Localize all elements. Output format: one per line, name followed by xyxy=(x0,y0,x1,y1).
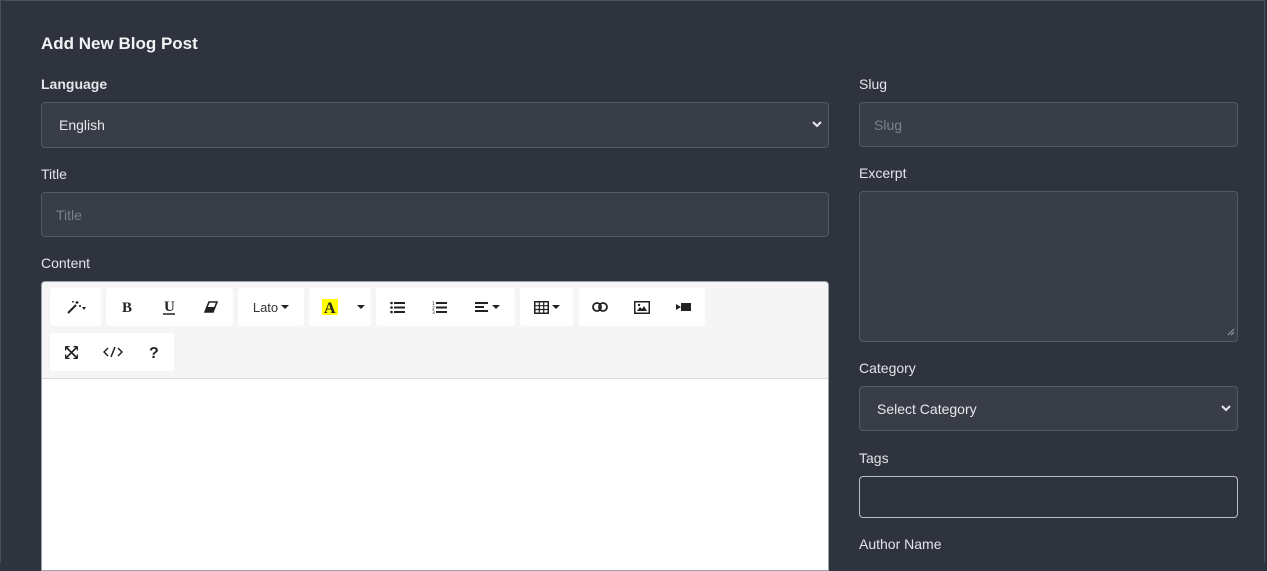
caret-down-icon xyxy=(281,305,290,309)
category-value: Select Category xyxy=(877,400,977,417)
toolbar-group-para: 123 xyxy=(376,288,515,326)
font-name-dropdown[interactable]: Lato xyxy=(238,288,304,326)
unordered-list-button[interactable] xyxy=(376,288,418,326)
svg-text:3: 3 xyxy=(432,310,435,314)
fullscreen-button[interactable] xyxy=(50,333,92,371)
tags-input[interactable] xyxy=(859,476,1238,518)
toolbar-group-color: A xyxy=(309,288,371,326)
excerpt-textarea[interactable] xyxy=(859,191,1238,342)
caret-down-icon xyxy=(492,305,500,309)
svg-text:A: A xyxy=(324,300,336,315)
caret-down-icon xyxy=(551,305,560,309)
svg-text:?: ? xyxy=(149,345,159,360)
title-input[interactable]: Title xyxy=(41,192,829,237)
eraser-button[interactable] xyxy=(190,288,232,326)
toolbar-group-font: B U xyxy=(106,288,233,326)
magic-wand-icon[interactable] xyxy=(50,288,101,326)
content-label: Content xyxy=(41,255,91,271)
table-dropdown-button[interactable] xyxy=(520,288,573,326)
svg-text:B: B xyxy=(122,300,132,314)
chevron-down-icon xyxy=(811,117,823,133)
align-dropdown-button[interactable] xyxy=(460,288,515,326)
svg-text:U: U xyxy=(164,299,175,315)
title-placeholder: Title xyxy=(56,206,82,223)
underline-button[interactable]: U xyxy=(148,288,190,326)
image-button[interactable] xyxy=(621,288,663,326)
category-select[interactable]: Select Category xyxy=(859,386,1238,431)
editor-content-area[interactable] xyxy=(42,379,828,570)
link-button[interactable] xyxy=(579,288,621,326)
title-label: Title xyxy=(41,166,67,182)
chevron-down-icon xyxy=(1220,401,1232,417)
editor-toolbar: B U Lato A 1 2 3 ? xyxy=(42,282,828,379)
highlight-color-button[interactable]: A xyxy=(309,288,351,326)
help-button[interactable]: ? xyxy=(134,333,174,371)
video-button[interactable] xyxy=(663,288,705,326)
color-dropdown-button[interactable] xyxy=(351,288,371,326)
category-label: Category xyxy=(859,360,916,376)
ordered-list-button[interactable]: 123 xyxy=(418,288,460,326)
content-editor[interactable]: B U Lato A 1 2 3 ? xyxy=(41,281,829,571)
slug-placeholder: Slug xyxy=(874,116,903,133)
tags-label: Tags xyxy=(859,450,889,466)
toolbar-group-style xyxy=(50,288,101,326)
language-select[interactable]: English xyxy=(41,102,829,148)
caret-down-icon xyxy=(357,305,365,309)
toolbar-group-table xyxy=(520,288,573,326)
language-value: English xyxy=(59,117,105,133)
language-label: Language xyxy=(41,76,108,92)
toolbar-group-insert xyxy=(579,288,705,326)
page-title: Add New Blog Post xyxy=(41,34,198,53)
font-name-value: Lato xyxy=(252,299,279,315)
excerpt-label: Excerpt xyxy=(859,165,907,181)
author-name-label: Author Name xyxy=(859,536,942,552)
slug-label: Slug xyxy=(859,76,888,92)
resize-grip-icon[interactable] xyxy=(1227,323,1235,339)
code-view-button[interactable] xyxy=(92,333,134,371)
toolbar-group-fontname: Lato xyxy=(238,288,304,326)
toolbar-group-view: ? xyxy=(50,333,174,371)
slug-input[interactable]: Slug xyxy=(859,102,1238,147)
bold-button[interactable]: B xyxy=(106,288,148,326)
